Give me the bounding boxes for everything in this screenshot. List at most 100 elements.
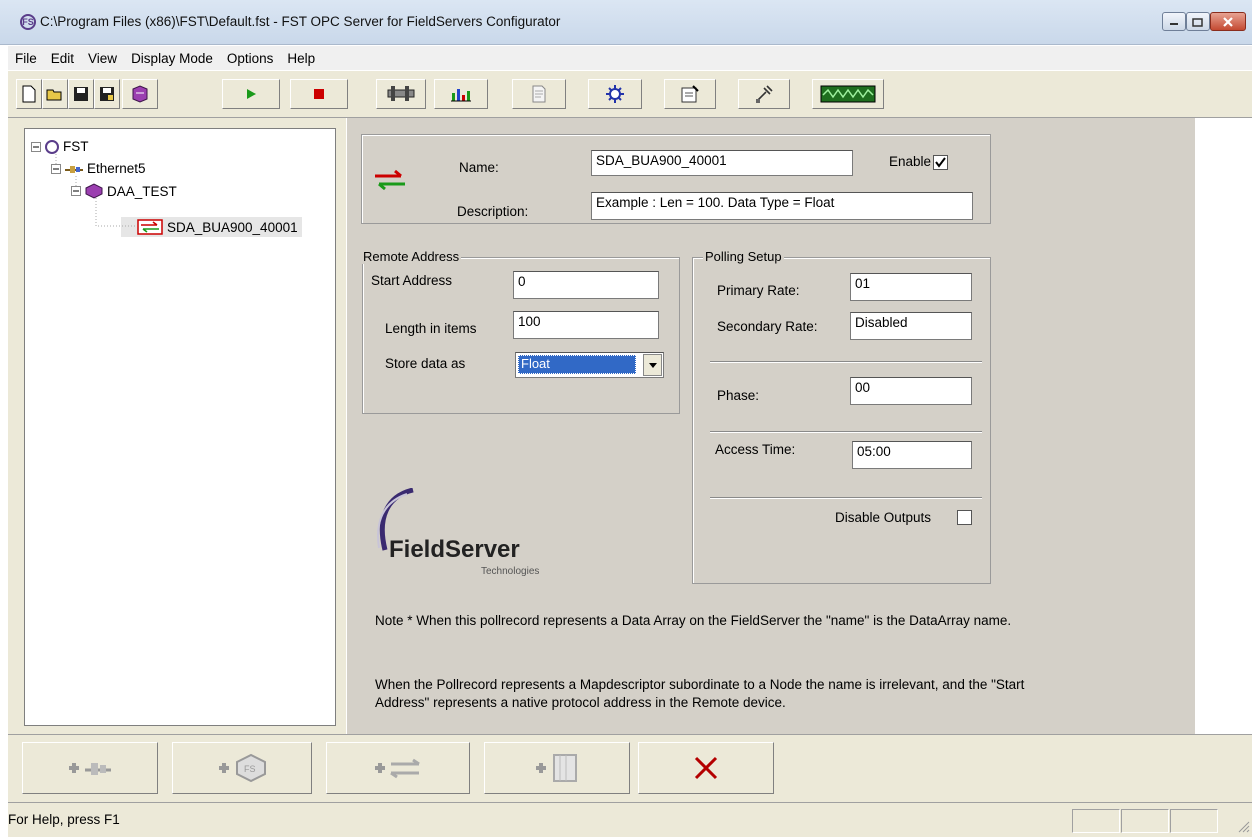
resize-grip-icon[interactable]	[1236, 819, 1250, 833]
store-as-label: Store data as	[385, 356, 466, 371]
window-title: C:\Program Files (x86)\FST\Default.fst -…	[40, 14, 561, 29]
signal-monitor-icon	[820, 85, 876, 103]
status-panel-1	[1072, 809, 1120, 833]
disable-outputs-checkbox[interactable]	[957, 510, 972, 525]
settings-button[interactable]	[376, 79, 426, 109]
secondary-rate-label: Secondary Rate:	[717, 319, 818, 334]
add-module-button[interactable]	[484, 742, 630, 794]
access-time-input[interactable]: 05:00	[852, 441, 972, 469]
add-node-button[interactable]: FS	[172, 742, 312, 794]
dropdown-arrow-icon	[648, 362, 657, 368]
status-panel-2	[1121, 809, 1169, 833]
restore-icon	[1192, 17, 1203, 27]
save-icon	[74, 87, 88, 101]
length-input[interactable]: 100	[513, 311, 659, 339]
tree-label-record: SDA_BUA900_40001	[167, 219, 298, 235]
open-button[interactable]	[42, 79, 68, 109]
network-icon	[606, 85, 624, 103]
disable-outputs-label: Disable Outputs	[835, 510, 932, 525]
store-as-select[interactable]: Float	[515, 352, 664, 378]
add-pollrecord-button[interactable]	[326, 742, 470, 794]
stop-icon	[314, 89, 324, 99]
note-data-array: Note * When this pollrecord represents a…	[375, 613, 1012, 628]
store-as-value: Float	[518, 355, 636, 374]
polling-separator-2	[710, 431, 982, 433]
polling-setup-group	[692, 257, 991, 584]
name-label: Name:	[459, 160, 499, 175]
run-button[interactable]	[222, 79, 280, 109]
polling-separator-1	[710, 361, 982, 363]
add-connection-button[interactable]	[22, 742, 158, 794]
dropdown-button[interactable]	[643, 354, 662, 376]
status-bar: For Help, press F1	[8, 802, 1252, 837]
menu-file[interactable]: File	[8, 51, 44, 66]
enable-checkbox[interactable]	[933, 155, 948, 170]
primary-rate-label: Primary Rate:	[717, 283, 800, 298]
toolbar	[8, 70, 1252, 118]
add-connection-icon	[69, 763, 111, 775]
description-label: Description:	[457, 204, 529, 219]
phase-label: Phase:	[717, 388, 760, 403]
document-button[interactable]	[512, 79, 566, 109]
close-icon	[1223, 16, 1233, 27]
add-node-icon: FS	[219, 753, 266, 783]
save-as-icon	[100, 87, 114, 101]
status-text: For Help, press F1	[8, 812, 120, 827]
add-pollrecord-icon	[375, 758, 420, 779]
length-label: Length in items	[385, 321, 477, 336]
primary-rate-input[interactable]: 01	[850, 273, 972, 301]
minimize-button[interactable]	[1162, 12, 1186, 31]
maximize-button[interactable]	[1186, 12, 1210, 31]
save-button[interactable]	[68, 79, 94, 109]
right-margin	[1195, 118, 1252, 734]
book-button[interactable]	[122, 79, 158, 109]
probe-icon	[756, 85, 773, 103]
description-input[interactable]: Example : Len = 100. Data Type = Float	[591, 192, 973, 220]
note-mapdescriptor: When the Pollrecord represents a Mapdesc…	[375, 677, 1025, 710]
secondary-rate-input[interactable]: Disabled	[850, 312, 972, 340]
open-folder-icon	[46, 89, 62, 101]
start-address-label: Start Address	[371, 273, 453, 288]
menu-help[interactable]: Help	[280, 51, 322, 66]
name-input[interactable]: SDA_BUA900_40001	[591, 150, 853, 176]
document-icon	[532, 85, 546, 103]
signal-button[interactable]	[812, 79, 884, 109]
access-time-label: Access Time:	[715, 442, 796, 457]
fieldserver-logo-subtext: Technologies	[481, 566, 540, 577]
tree-view[interactable]: FST Ethernet5 DAA_TEST SDA_BUA900_40001	[24, 128, 336, 726]
pollrecord-arrows-icon	[375, 169, 405, 191]
polling-setup-title: Polling Setup	[703, 249, 784, 264]
action-bar: FS	[8, 734, 1252, 802]
new-file-icon	[22, 85, 36, 103]
add-module-icon	[536, 754, 577, 782]
start-address-input[interactable]: 0	[513, 271, 659, 299]
tools-icon	[387, 86, 415, 101]
menu-options[interactable]: Options	[220, 51, 281, 66]
menu-bar: File Edit View Display Mode Options Help	[8, 46, 1252, 70]
app-icon: FS	[20, 14, 36, 30]
properties-button[interactable]	[664, 79, 716, 109]
enable-label: Enable	[889, 154, 932, 169]
delete-button[interactable]	[638, 742, 774, 794]
close-button[interactable]	[1210, 12, 1246, 31]
stop-button[interactable]	[290, 79, 348, 109]
menu-display-mode[interactable]: Display Mode	[124, 51, 220, 66]
chart-button[interactable]	[434, 79, 488, 109]
save-as-button[interactable]	[94, 79, 120, 109]
properties-icon	[681, 85, 699, 103]
book-icon	[132, 85, 148, 103]
network-button[interactable]	[588, 79, 642, 109]
polling-separator-3	[710, 497, 982, 499]
delete-x-icon	[694, 756, 718, 780]
menu-view[interactable]: View	[81, 51, 124, 66]
phase-input[interactable]: 00	[850, 377, 972, 405]
menu-edit[interactable]: Edit	[44, 51, 81, 66]
form-pane: Name: SDA_BUA900_40001 Enable Descriptio…	[347, 118, 1195, 734]
probe-button[interactable]	[738, 79, 790, 109]
title-bar: FS C:\Program Files (x86)\FST\Default.fs…	[0, 0, 1252, 45]
checkmark-icon	[935, 157, 946, 168]
new-file-button[interactable]	[16, 79, 42, 109]
svg-text:FS: FS	[244, 764, 256, 774]
play-icon	[247, 89, 256, 99]
minimize-icon	[1170, 22, 1178, 25]
